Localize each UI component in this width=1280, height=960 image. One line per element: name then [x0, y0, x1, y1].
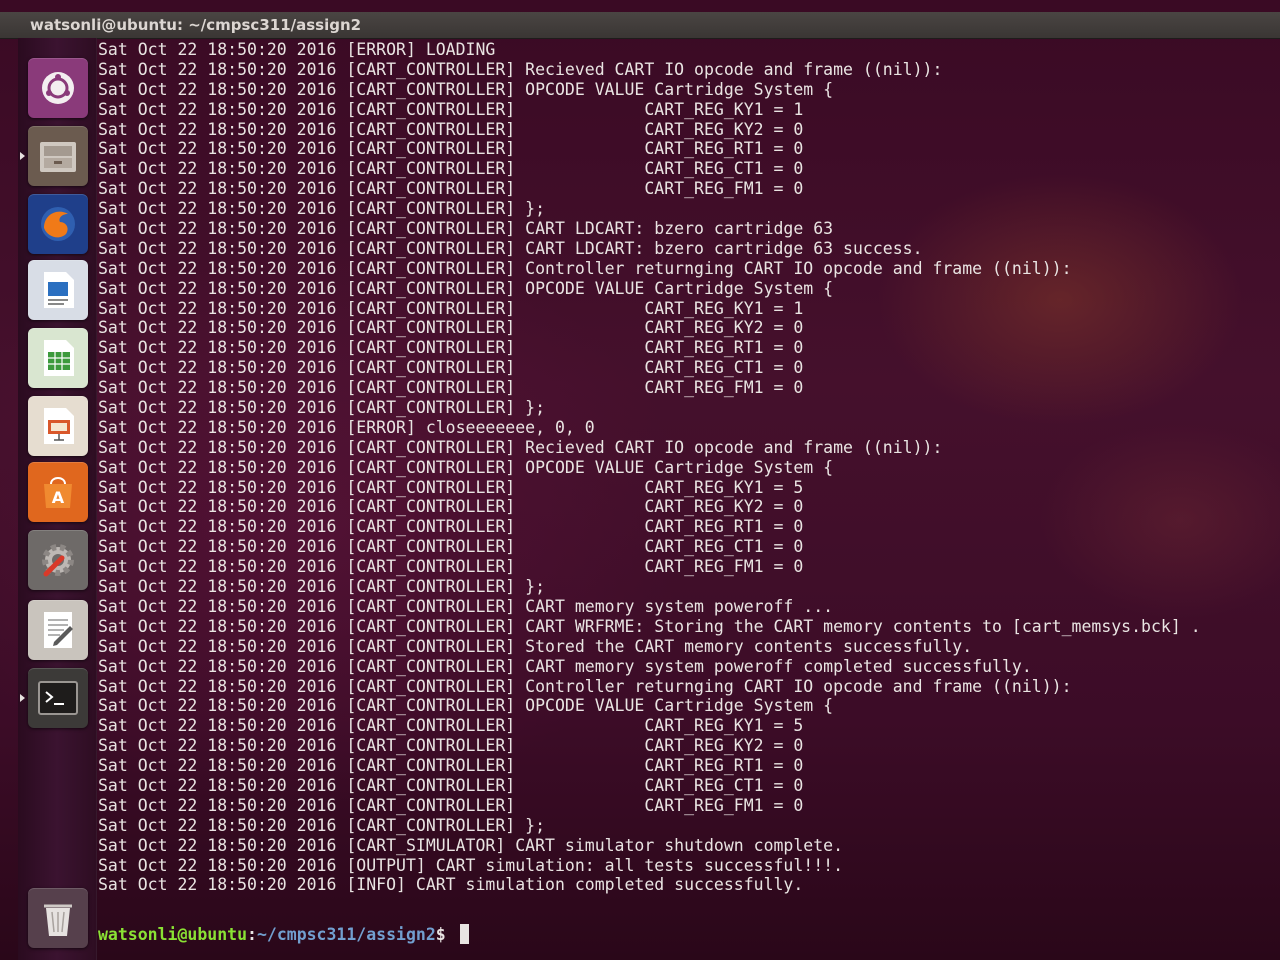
terminal-line: Sat Oct 22 18:50:20 2016 [CART_CONTROLLE…: [98, 79, 834, 99]
ubuntu-dash-icon[interactable]: [28, 58, 88, 118]
terminal-line: Sat Oct 22 18:50:20 2016 [CART_CONTROLLE…: [98, 636, 973, 656]
terminal-line: Sat Oct 22 18:50:20 2016 [CART_CONTROLLE…: [98, 815, 546, 835]
running-indicator-icon: [20, 152, 25, 160]
terminal-line: Sat Oct 22 18:50:20 2016 [CART_CONTROLLE…: [98, 99, 804, 119]
terminal-line: Sat Oct 22 18:50:20 2016 [CART_CONTROLLE…: [98, 238, 923, 258]
terminal-line: Sat Oct 22 18:50:20 2016 [CART_CONTROLLE…: [98, 497, 804, 517]
terminal-line: Sat Oct 22 18:50:20 2016 [CART_CONTROLLE…: [98, 378, 804, 398]
prompt-separator: :: [247, 925, 257, 944]
libreoffice-calc-icon[interactable]: [28, 328, 88, 388]
terminal-line: Sat Oct 22 18:50:20 2016 [CART_CONTROLLE…: [98, 716, 804, 736]
terminal-line: Sat Oct 22 18:50:20 2016 [CART_CONTROLLE…: [98, 656, 1032, 676]
terminal-line: Sat Oct 22 18:50:20 2016 [CART_CONTROLLE…: [98, 756, 804, 776]
svg-text:A: A: [52, 488, 65, 507]
terminal-line: Sat Oct 22 18:50:20 2016 [OUTPUT] CART s…: [98, 855, 844, 875]
terminal-line: Sat Oct 22 18:50:20 2016 [CART_CONTROLLE…: [98, 59, 943, 79]
terminal-window[interactable]: Sat Oct 22 18:50:20 2016 [ERROR] LOADING…: [98, 40, 1280, 960]
ubuntu-software-icon[interactable]: A: [28, 462, 88, 522]
running-indicator-icon: [20, 694, 25, 702]
terminal-line: Sat Oct 22 18:50:20 2016 [CART_CONTROLLE…: [98, 477, 804, 497]
terminal-line: Sat Oct 22 18:50:20 2016 [CART_CONTROLLE…: [98, 338, 804, 358]
terminal-line: Sat Oct 22 18:50:20 2016 [INFO] CART sim…: [98, 875, 804, 895]
terminal-line: Sat Oct 22 18:50:20 2016 [CART_CONTROLLE…: [98, 736, 804, 756]
files-icon[interactable]: [20, 126, 88, 186]
terminal-line: Sat Oct 22 18:50:20 2016 [CART_CONTROLLE…: [98, 258, 1072, 278]
terminal-icon[interactable]: [20, 668, 88, 728]
terminal-line: Sat Oct 22 18:50:20 2016 [CART_CONTROLLE…: [98, 795, 804, 815]
terminal-line: Sat Oct 22 18:50:20 2016 [CART_CONTROLLE…: [98, 119, 804, 139]
terminal-line: Sat Oct 22 18:50:20 2016 [CART_CONTROLLE…: [98, 179, 804, 199]
terminal-line: Sat Oct 22 18:50:20 2016 [ERROR] LOADING: [98, 40, 496, 59]
terminal-line: Sat Oct 22 18:50:20 2016 [CART_CONTROLLE…: [98, 596, 834, 616]
prompt-symbol: $: [435, 925, 446, 944]
terminal-line: Sat Oct 22 18:50:20 2016 [CART_CONTROLLE…: [98, 358, 804, 378]
firefox-icon[interactable]: [28, 194, 88, 254]
terminal-line: Sat Oct 22 18:50:20 2016 [CART_CONTROLLE…: [98, 557, 804, 577]
terminal-line: Sat Oct 22 18:50:20 2016 [CART_CONTROLLE…: [98, 437, 943, 457]
system-settings-icon[interactable]: [28, 530, 88, 590]
terminal-output: Sat Oct 22 18:50:20 2016 [ERROR] LOADING…: [98, 40, 1201, 895]
terminal-line: Sat Oct 22 18:50:20 2016 [CART_CONTROLLE…: [98, 577, 546, 597]
terminal-line: Sat Oct 22 18:50:20 2016 [CART_CONTROLLE…: [98, 398, 546, 418]
window-title: watsonli@ubuntu: ~/cmpsc311/assign2: [30, 16, 362, 34]
libreoffice-impress-icon[interactable]: [28, 396, 88, 456]
desktop-screen: watsonli@ubuntu: ~/cmpsc311/assign2 A Sa…: [0, 0, 1280, 960]
terminal-line: Sat Oct 22 18:50:20 2016 [CART_CONTROLLE…: [98, 517, 804, 537]
terminal-line: Sat Oct 22 18:50:20 2016 [CART_CONTROLLE…: [98, 318, 804, 338]
terminal-line: Sat Oct 22 18:50:20 2016 [CART_CONTROLLE…: [98, 159, 804, 179]
shell-prompt[interactable]: watsonli@ubuntu:~/cmpsc311/assign2$: [98, 924, 469, 944]
text-cursor: [459, 924, 469, 944]
terminal-line: Sat Oct 22 18:50:20 2016 [CART_CONTROLLE…: [98, 616, 1201, 636]
terminal-line: Sat Oct 22 18:50:20 2016 [CART_CONTROLLE…: [98, 537, 804, 557]
prompt-user-host: watsonli@ubuntu: [98, 925, 248, 944]
window-titlebar[interactable]: watsonli@ubuntu: ~/cmpsc311/assign2: [0, 12, 1280, 39]
terminal-line: Sat Oct 22 18:50:20 2016 [CART_CONTROLLE…: [98, 219, 834, 239]
terminal-line: Sat Oct 22 18:50:20 2016 [CART_SIMULATOR…: [98, 835, 844, 855]
terminal-line: Sat Oct 22 18:50:20 2016 [ERROR] closeee…: [98, 417, 595, 437]
text-editor-icon[interactable]: [28, 600, 88, 660]
prompt-path: ~/cmpsc311/assign2: [256, 925, 436, 944]
terminal-line: Sat Oct 22 18:50:20 2016 [CART_CONTROLLE…: [98, 676, 1072, 696]
terminal-line: Sat Oct 22 18:50:20 2016 [CART_CONTROLLE…: [98, 696, 834, 716]
libreoffice-writer-icon[interactable]: [28, 260, 88, 320]
unity-launcher: A: [18, 38, 97, 960]
terminal-line: Sat Oct 22 18:50:20 2016 [CART_CONTROLLE…: [98, 775, 804, 795]
trash-icon[interactable]: [28, 888, 88, 948]
terminal-line: Sat Oct 22 18:50:20 2016 [CART_CONTROLLE…: [98, 139, 804, 159]
terminal-line: Sat Oct 22 18:50:20 2016 [CART_CONTROLLE…: [98, 199, 546, 219]
terminal-line: Sat Oct 22 18:50:20 2016 [CART_CONTROLLE…: [98, 298, 804, 318]
terminal-line: Sat Oct 22 18:50:20 2016 [CART_CONTROLLE…: [98, 278, 834, 298]
terminal-line: Sat Oct 22 18:50:20 2016 [CART_CONTROLLE…: [98, 457, 834, 477]
